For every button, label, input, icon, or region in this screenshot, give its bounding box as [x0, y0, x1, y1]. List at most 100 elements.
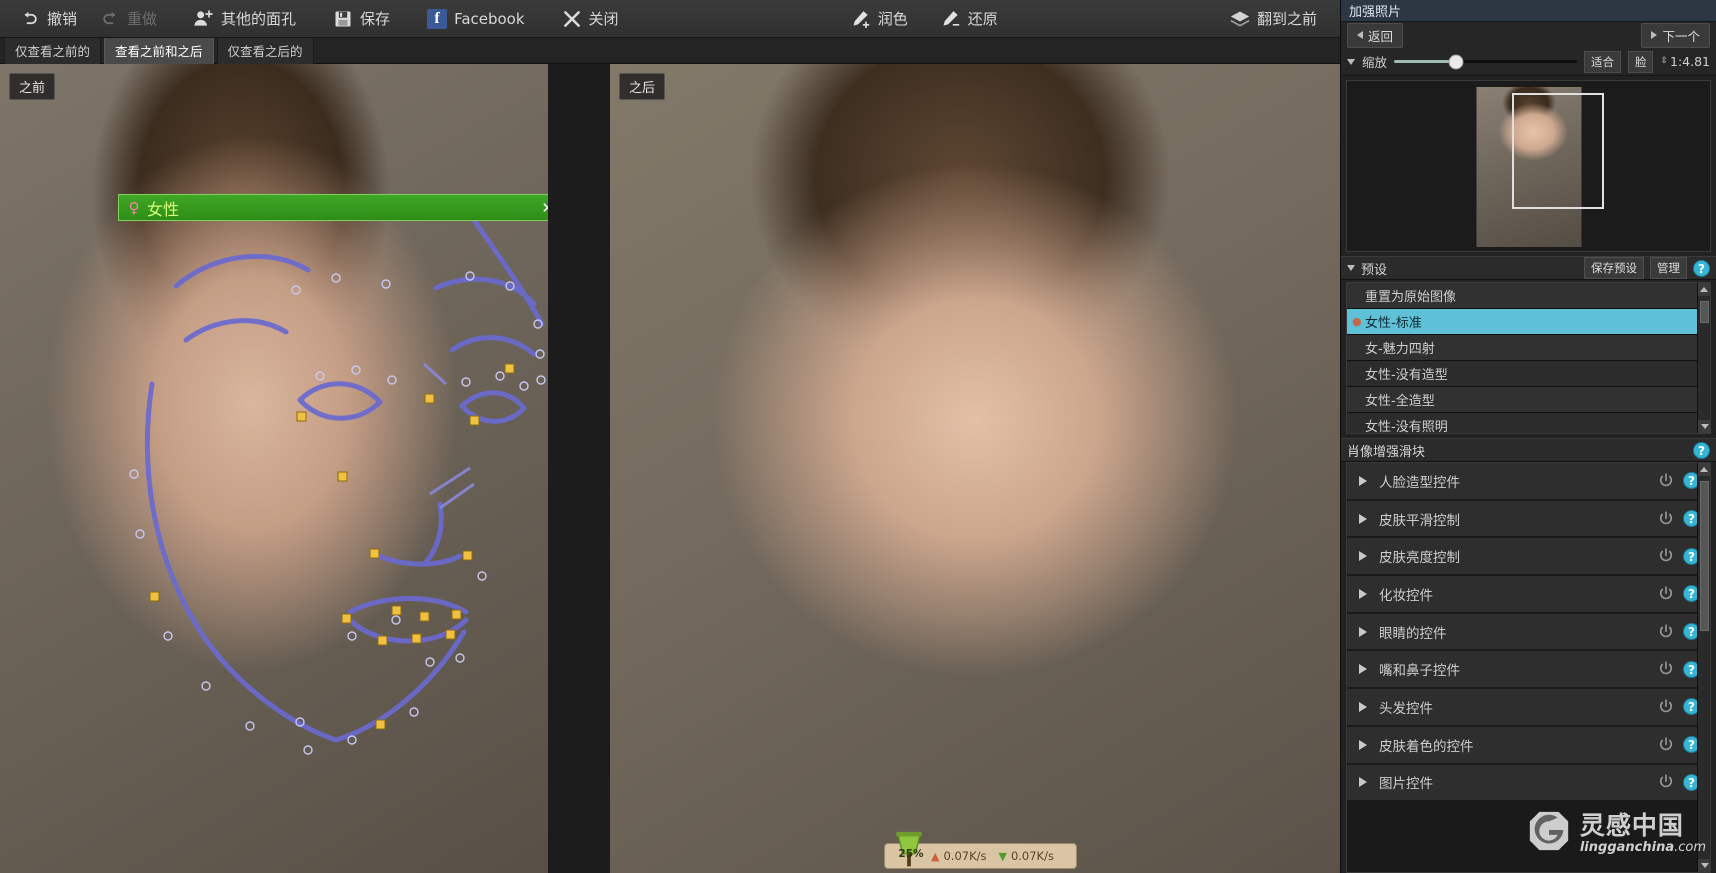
expand-triangle-icon[interactable]: [1359, 664, 1367, 675]
preset-item-female-no-styling[interactable]: 女性-没有造型: [1347, 361, 1710, 387]
preset-item-reset[interactable]: 重置为原始图像: [1347, 283, 1710, 309]
power-toggle-icon[interactable]: [1657, 472, 1675, 490]
close-x-icon: [561, 8, 583, 30]
close-button[interactable]: 关闭: [552, 5, 628, 33]
slider-group-skin-toning[interactable]: 皮肤着色的控件 ?: [1347, 726, 1710, 765]
retouch-label: 润色: [877, 10, 908, 28]
upload-rate: ▲ 0.07K/s: [931, 849, 986, 863]
sliders-list[interactable]: 人脸造型控件 ? 皮肤平滑控制 ? 皮肤亮度控制 ? 化妆控件 ? 眼睛的控件 …: [1346, 462, 1711, 873]
gender-banner-close-icon[interactable]: ✕: [536, 199, 548, 217]
save-preset-button[interactable]: 保存预设: [1584, 257, 1644, 279]
redo-icon: [99, 8, 121, 30]
zoom-slider-knob[interactable]: [1448, 54, 1464, 69]
slider-group-skin-brightness[interactable]: 皮肤亮度控制 ?: [1347, 538, 1710, 577]
presets-scrollbar[interactable]: [1697, 283, 1710, 433]
tab-view-after-only[interactable]: 仅查看之后的: [216, 36, 314, 65]
power-toggle-icon[interactable]: [1657, 736, 1675, 754]
flip-to-before-button[interactable]: 翻到之前: [1220, 5, 1326, 33]
presets-collapse-icon[interactable]: [1347, 265, 1355, 271]
tab-view-before-only[interactable]: 仅查看之前的: [4, 36, 102, 65]
upload-rate-value: 0.07K/s: [943, 849, 987, 863]
retouch-button[interactable]: 润色: [841, 5, 917, 33]
expand-triangle-icon[interactable]: [1359, 626, 1367, 637]
presets-list[interactable]: 重置为原始图像 ● 女性-标准 女-魅力四射 女性-没有造型 女性-全造型 女性…: [1346, 282, 1711, 434]
expand-triangle-icon[interactable]: [1359, 739, 1367, 750]
undo-button[interactable]: 撤销: [10, 5, 86, 33]
before-image-pane[interactable]: 之前 ♀ 女性 ✕: [0, 64, 548, 873]
preset-pin-icon: ●: [1352, 315, 1362, 328]
expand-triangle-icon[interactable]: [1359, 513, 1367, 524]
presets-scroll-down-icon[interactable]: [1698, 420, 1710, 433]
sliders-help-icon[interactable]: ?: [1693, 441, 1710, 459]
flip-to-before-label: 翻到之前: [1257, 10, 1318, 28]
power-toggle-icon[interactable]: [1657, 510, 1675, 528]
power-toggle-icon[interactable]: [1657, 585, 1675, 603]
expand-triangle-icon[interactable]: [1359, 551, 1367, 562]
sliders-scroll-up-icon[interactable]: [1698, 463, 1710, 476]
slider-group-skin-smoothing[interactable]: 皮肤平滑控制 ?: [1347, 500, 1710, 539]
chevron-left-icon: [1357, 31, 1363, 39]
before-photo: [0, 64, 548, 873]
power-toggle-icon[interactable]: [1657, 623, 1675, 641]
slider-group-eyes[interactable]: 眼睛的控件 ?: [1347, 613, 1710, 652]
slider-group-hair[interactable]: 头发控件 ?: [1347, 689, 1710, 727]
gender-banner[interactable]: ♀ 女性 ✕: [118, 194, 548, 221]
face-button[interactable]: 脸: [1627, 50, 1654, 73]
power-toggle-icon[interactable]: [1657, 773, 1675, 791]
expand-triangle-icon[interactable]: [1359, 701, 1367, 712]
facebook-button[interactable]: f Facebook: [417, 5, 533, 33]
zoom-ratio[interactable]: ⇳ 1:4.81: [1660, 54, 1710, 69]
after-image-pane[interactable]: 之后: [610, 64, 1340, 873]
view-mode-tabbar: 仅查看之前的 查看之前和之后 仅查看之后的: [0, 36, 1340, 65]
preset-label: 女性-全造型: [1365, 394, 1435, 409]
add-face-button[interactable]: 其他的面孔: [184, 5, 305, 33]
slider-group-face-shaping[interactable]: 人脸造型控件 ?: [1347, 463, 1710, 501]
sliders-scroll-thumb[interactable]: [1700, 481, 1709, 631]
redo-button[interactable]: 重做: [90, 5, 166, 33]
power-toggle-icon[interactable]: [1657, 660, 1675, 678]
expand-triangle-icon[interactable]: [1359, 588, 1367, 599]
back-button[interactable]: 返回: [1347, 22, 1404, 48]
zoom-collapse-icon[interactable]: [1347, 58, 1355, 65]
next-button[interactable]: 下一个: [1641, 22, 1710, 48]
power-toggle-icon[interactable]: [1657, 698, 1675, 716]
sliders-header: 肖像增强滑块 ?: [1341, 438, 1716, 462]
navigator-viewport-rect[interactable]: [1511, 93, 1604, 209]
restore-button[interactable]: 还原: [931, 5, 1007, 33]
slider-group-label: 头发控件: [1379, 700, 1433, 717]
manage-presets-button[interactable]: 管理: [1650, 257, 1687, 279]
facebook-icon: f: [426, 8, 448, 30]
slider-group-mouth-nose[interactable]: 嘴和鼻子控件 ?: [1347, 651, 1710, 690]
pane-divider: [548, 64, 610, 873]
sliders-scrollbar[interactable]: [1697, 463, 1710, 872]
download-status-widget[interactable]: 25% ▲ 0.07K/s ▼ 0.07K/s: [884, 831, 1077, 869]
preset-item-female-standard[interactable]: ● 女性-标准: [1347, 309, 1710, 335]
brush-plus-icon: [850, 8, 872, 30]
undo-label: 撤销: [47, 10, 78, 28]
tab-view-before-and-after[interactable]: 查看之前和之后: [104, 36, 214, 65]
presets-help-icon[interactable]: ?: [1693, 259, 1710, 277]
preset-label: 重置为原始图像: [1365, 290, 1457, 305]
preset-item-female-full-styling[interactable]: 女性-全造型: [1347, 387, 1710, 413]
save-label: 保存: [360, 10, 391, 28]
presets-header: 预设 保存预设 管理 ?: [1341, 256, 1716, 280]
preset-item-female-glamour[interactable]: 女-魅力四射: [1347, 335, 1710, 361]
presets-scroll-up-icon[interactable]: [1698, 283, 1710, 296]
navigator-preview[interactable]: [1346, 80, 1711, 252]
expand-triangle-icon[interactable]: [1359, 777, 1367, 788]
zoom-slider[interactable]: [1394, 54, 1577, 69]
slider-group-picture[interactable]: 图片控件 ?: [1347, 764, 1710, 803]
sliders-scroll-down-icon[interactable]: [1698, 859, 1710, 872]
download-percent: 25%: [898, 848, 924, 860]
expand-triangle-icon[interactable]: [1359, 475, 1367, 486]
preset-item-female-no-lighting[interactable]: 女性-没有照明: [1347, 413, 1710, 433]
slider-group-makeup[interactable]: 化妆控件 ?: [1347, 576, 1710, 614]
slider-group-label: 皮肤亮度控制: [1379, 550, 1460, 567]
presets-scroll-thumb[interactable]: [1700, 301, 1709, 323]
slider-group-label: 皮肤平滑控制: [1379, 512, 1460, 529]
sliders-title: 肖像增强滑块: [1347, 444, 1426, 460]
power-toggle-icon[interactable]: [1657, 547, 1675, 565]
save-button[interactable]: 保存: [323, 5, 399, 33]
redo-label: 重做: [127, 10, 158, 28]
fit-button[interactable]: 适合: [1583, 50, 1621, 73]
